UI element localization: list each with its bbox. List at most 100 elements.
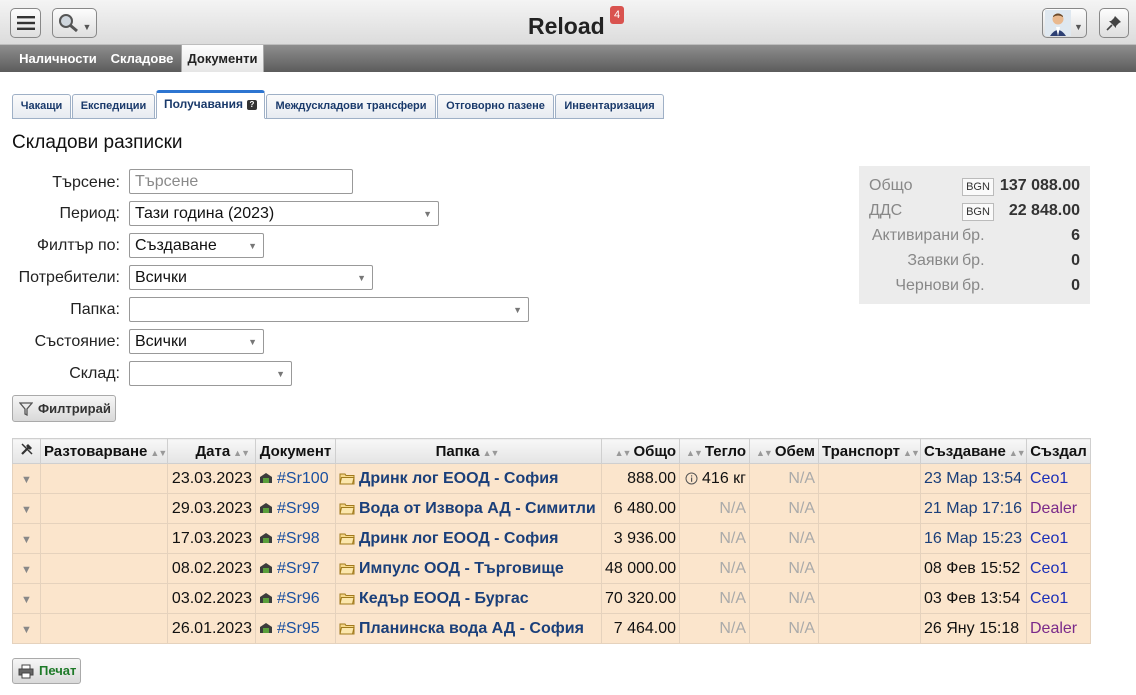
subtab-receipts[interactable]: Получавания? [156, 90, 265, 119]
columns-settings-button[interactable] [12, 438, 41, 464]
menu-button[interactable] [10, 8, 41, 38]
filter-button[interactable]: Филтрирай [12, 395, 116, 422]
cell-folder[interactable]: Вода от Извора АД - Симитли [335, 493, 602, 524]
search-menu-button[interactable]: ▼ [52, 8, 97, 38]
search-input[interactable] [129, 169, 353, 194]
column-header-created[interactable]: Създаване ▲▼ [920, 438, 1027, 464]
subtab-pending[interactable]: Чакащи [12, 94, 71, 119]
chevron-down-icon: ▼ [21, 473, 32, 486]
tools-icon [20, 443, 33, 455]
chevron-down-icon: ▼ [248, 241, 257, 251]
folder-link[interactable]: Дринк лог ЕООД - София [359, 530, 558, 547]
table-row[interactable]: ▼ 29.03.2023 #Sr99 Вода от Извора АД - Сими… [12, 493, 1091, 524]
period-select[interactable]: Тази година (2023) ▼ [129, 201, 439, 226]
cell-date: 03.02.2023 [167, 583, 256, 614]
folder-link[interactable]: Планинска вода АД - София [359, 620, 584, 637]
nav-tab-documents[interactable]: Документи [181, 45, 264, 72]
cell-date: 26.01.2023 [167, 613, 256, 644]
column-header-transport[interactable]: Транспорт ▲▼ [818, 438, 921, 464]
cell-date: 23.03.2023 [167, 463, 256, 494]
cell-created-by[interactable]: Ceo1 [1026, 553, 1091, 584]
weight-value: N/A [719, 559, 746, 577]
column-header-total[interactable]: ▲▼ Общо [601, 438, 680, 464]
document-link[interactable]: #Sr98 [277, 530, 320, 547]
folder-link[interactable]: Дринк лог ЕООД - София [359, 470, 558, 487]
table-row[interactable]: ▼ 23.03.2023 #Sr100 Дринк лог ЕООД - София 8… [12, 463, 1091, 494]
nav-tab-stock[interactable]: Наличности [14, 45, 102, 72]
cell-created-by[interactable]: Ceo1 [1026, 463, 1091, 494]
summary-drafts-value: 0 [1071, 277, 1080, 294]
column-header-unloading[interactable]: Разтоварване ▲▼ [40, 438, 168, 464]
cell-created-by[interactable]: Ceo1 [1026, 583, 1091, 614]
period-label: Период: [59, 205, 120, 222]
row-expand-button[interactable]: ▼ [12, 463, 41, 494]
document-link[interactable]: #Sr97 [277, 560, 320, 577]
column-header-weight[interactable]: ▲▼ Тегло [679, 438, 750, 464]
cell-folder[interactable]: Планинска вода АД - София [335, 613, 602, 644]
subtab-shipments[interactable]: Експедиции [72, 94, 155, 119]
cell-created-by[interactable]: Ceo1 [1026, 523, 1091, 554]
state-select[interactable]: Всички ▼ [129, 329, 264, 354]
cell-folder[interactable]: Кедър ЕООД - Бургас [335, 583, 602, 614]
period-value: Тази година (2023) [135, 205, 275, 222]
cell-document[interactable]: #Sr96 [255, 583, 336, 614]
header-label: Общо [633, 442, 676, 460]
cell-folder[interactable]: Дринк лог ЕООД - София [335, 463, 602, 494]
warehouse-label: Склад: [69, 365, 120, 382]
folder-select[interactable]: ▼ [129, 297, 529, 322]
column-header-folder[interactable]: Папка ▲▼ [335, 438, 602, 464]
folder-link[interactable]: Импулс ООД - Търговище [359, 560, 564, 577]
document-link[interactable]: #Sr96 [277, 590, 320, 607]
cell-document[interactable]: #Sr100 [255, 463, 336, 494]
row-expand-button[interactable]: ▼ [12, 613, 41, 644]
subtab-custody[interactable]: Отговорно пазене [437, 94, 554, 119]
user-menu-button[interactable]: ▼ [1042, 8, 1087, 38]
column-header-document: Документ [255, 438, 336, 464]
sort-icon: ▲▼ [233, 447, 250, 458]
column-header-volume[interactable]: ▲▼ Обем [749, 438, 819, 464]
row-expand-button[interactable]: ▼ [12, 493, 41, 524]
app-title: Reload [528, 13, 605, 39]
header-label: Транспорт [822, 442, 901, 460]
warehouse-select[interactable]: ▼ [129, 361, 292, 386]
hamburger-icon [16, 16, 35, 30]
cell-document[interactable]: #Sr97 [255, 553, 336, 584]
weight-value: 416 кг [702, 469, 746, 487]
cell-folder[interactable]: Импулс ООД - Търговище [335, 553, 602, 584]
summary-unit: бр. [962, 277, 985, 294]
cell-created: 23 Мар 13:54 [920, 463, 1027, 494]
pin-button[interactable] [1099, 8, 1129, 38]
cell-total: 888.00 [601, 463, 680, 494]
summary-vat-value: 22 848.00 [1008, 202, 1080, 219]
row-expand-button[interactable]: ▼ [12, 583, 41, 614]
folder-link[interactable]: Кедър ЕООД - Бургас [359, 590, 529, 607]
table-row[interactable]: ▼ 08.02.2023 #Sr97 Импулс ООД - Търговище 48… [12, 553, 1091, 584]
users-select[interactable]: Всички ▼ [129, 265, 373, 290]
table-row[interactable]: ▼ 26.01.2023 #Sr95 Планинска вода АД - Софи… [12, 613, 1091, 644]
folder-link[interactable]: Вода от Извора АД - Симитли [359, 500, 596, 517]
cell-document[interactable]: #Sr99 [255, 493, 336, 524]
document-link[interactable]: #Sr95 [277, 620, 320, 637]
info-icon [685, 472, 698, 485]
cell-document[interactable]: #Sr98 [255, 523, 336, 554]
row-expand-button[interactable]: ▼ [12, 523, 41, 554]
row-expand-button[interactable]: ▼ [12, 553, 41, 584]
nav-tab-warehouses[interactable]: Складове [104, 45, 180, 72]
header-label: Създал [1030, 442, 1087, 460]
notification-badge[interactable]: 4 [610, 6, 624, 24]
cell-folder[interactable]: Дринк лог ЕООД - София [335, 523, 602, 554]
cell-created-by[interactable]: Dealer [1026, 613, 1091, 644]
column-header-date[interactable]: Дата ▲▼ [167, 438, 256, 464]
table-row[interactable]: ▼ 03.02.2023 #Sr96 Кедър ЕООД - Бургас 70 32… [12, 583, 1091, 614]
cell-document[interactable]: #Sr95 [255, 613, 336, 644]
cell-created-by[interactable]: Dealer [1026, 493, 1091, 524]
document-link[interactable]: #Sr100 [277, 470, 329, 487]
chevron-down-icon: ▼ [21, 593, 32, 606]
document-link[interactable]: #Sr99 [277, 500, 320, 517]
summary-total-value: 137 088.00 [999, 177, 1080, 194]
subtab-transfers[interactable]: Междускладови трансфери [266, 94, 436, 119]
print-button[interactable]: Печат [12, 658, 81, 684]
subtab-inventory[interactable]: Инвентаризация [555, 94, 664, 119]
filter-by-select[interactable]: Създаване ▼ [129, 233, 264, 258]
table-row[interactable]: ▼ 17.03.2023 #Sr98 Дринк лог ЕООД - София 3 … [12, 523, 1091, 554]
